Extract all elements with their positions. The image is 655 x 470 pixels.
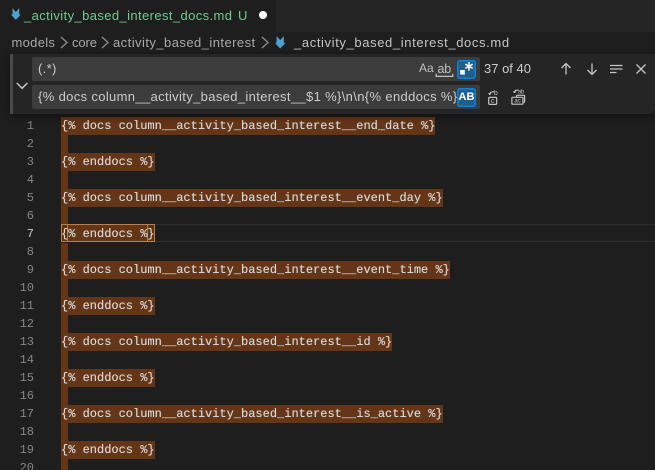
svg-text:ab: ab bbox=[518, 88, 525, 95]
svg-text:c: c bbox=[491, 98, 495, 106]
svg-text:ac: ac bbox=[514, 98, 521, 105]
svg-text:ab: ab bbox=[437, 62, 451, 76]
